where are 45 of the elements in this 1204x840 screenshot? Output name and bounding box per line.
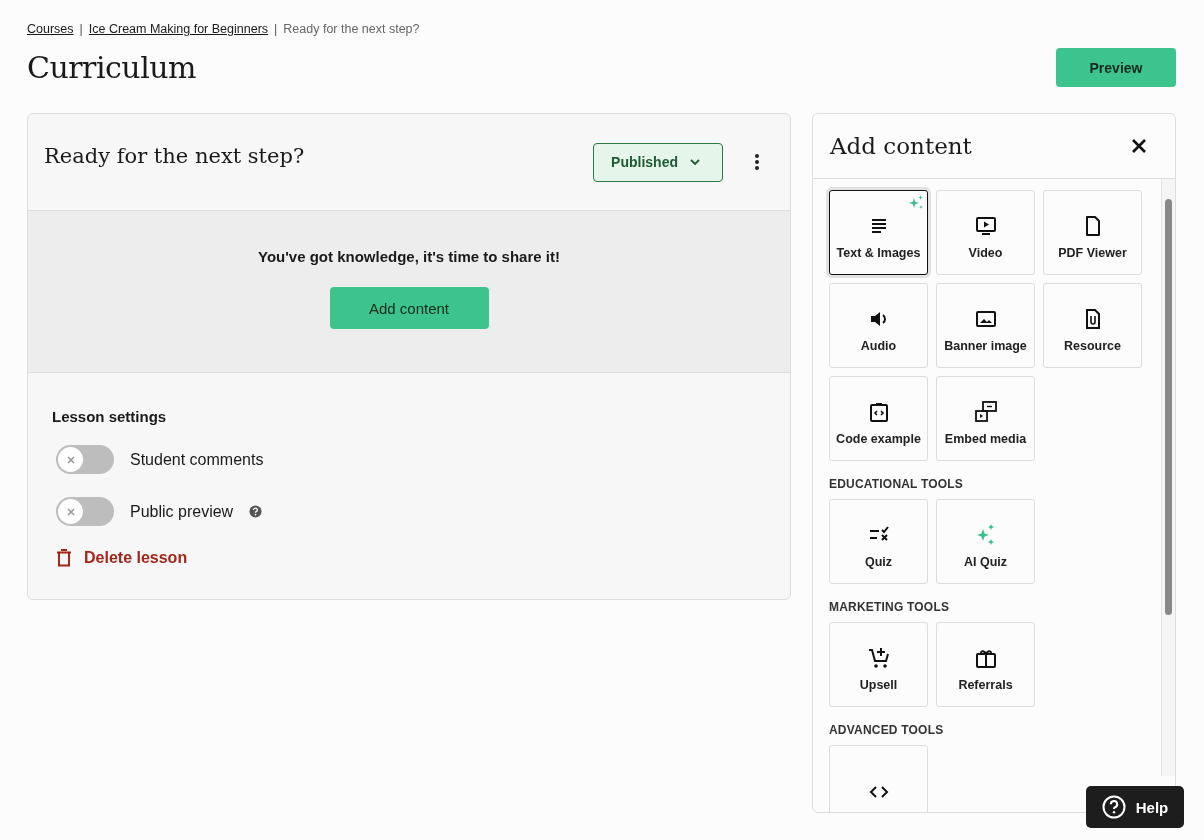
help-icon — [1101, 795, 1126, 819]
breadcrumb-separator: | — [274, 22, 278, 36]
content-tile[interactable]: AI Quiz — [936, 499, 1035, 584]
cart-plus-icon — [866, 645, 891, 670]
more-icon[interactable] — [754, 153, 760, 171]
breadcrumb-link[interactable]: Ice Cream Making for Beginners — [88, 22, 269, 36]
breadcrumb-separator: | — [79, 22, 83, 36]
toggle-switch[interactable] — [56, 497, 114, 526]
status-dropdown[interactable]: Published — [593, 142, 723, 182]
settings-heading: Lesson settings — [52, 408, 167, 425]
section-heading: EDUCATIONAL TOOLS — [829, 477, 965, 491]
lesson-title: Ready for the next step? — [44, 144, 306, 168]
content-tile[interactable]: Audio — [829, 283, 928, 368]
help-button[interactable]: Help — [1086, 786, 1184, 828]
preview-button[interactable]: Preview — [1056, 48, 1176, 87]
empty-message: You've got knowledge, it's time to share it! — [258, 248, 560, 265]
section-heading: MARKETING TOOLS — [829, 600, 951, 614]
content-tile[interactable]: Code example — [829, 376, 928, 461]
setting-label: Public preview — [130, 502, 234, 521]
scrollbar[interactable] — [1161, 179, 1175, 776]
section-heading: ADVANCED TOOLS — [829, 723, 945, 737]
content-tile[interactable]: Upsell — [829, 622, 928, 707]
content-tile[interactable]: Quiz — [829, 499, 928, 584]
content-tile[interactable]: Resource — [1043, 283, 1142, 368]
x-icon — [65, 506, 76, 517]
content-tile[interactable] — [829, 745, 928, 812]
content-tile[interactable]: Referrals — [936, 622, 1035, 707]
embed-media-icon — [973, 399, 998, 424]
breadcrumb-current: Ready for the next step? — [283, 22, 420, 36]
toggle-switch[interactable] — [56, 445, 114, 474]
add-content-button[interactable]: Add content — [329, 287, 489, 329]
content-tile[interactable]: Banner image — [936, 283, 1035, 368]
content-tile[interactable]: Video — [936, 190, 1035, 275]
page-title: Curriculum — [27, 50, 197, 85]
delete-lesson-button[interactable]: Delete lesson — [56, 549, 188, 567]
x-icon — [65, 454, 76, 465]
close-icon[interactable] — [1131, 138, 1147, 154]
breadcrumb-link[interactable]: Courses — [27, 22, 74, 36]
content-tile[interactable]: Embed media — [936, 376, 1035, 461]
content-tile[interactable]: Text & Images — [829, 190, 928, 275]
content-tile[interactable]: PDF Viewer — [1043, 190, 1142, 275]
panel-title: Add content — [830, 133, 972, 159]
setting-label: Student comments — [130, 450, 264, 469]
trash-icon — [56, 549, 72, 567]
help-icon[interactable] — [249, 505, 263, 518]
